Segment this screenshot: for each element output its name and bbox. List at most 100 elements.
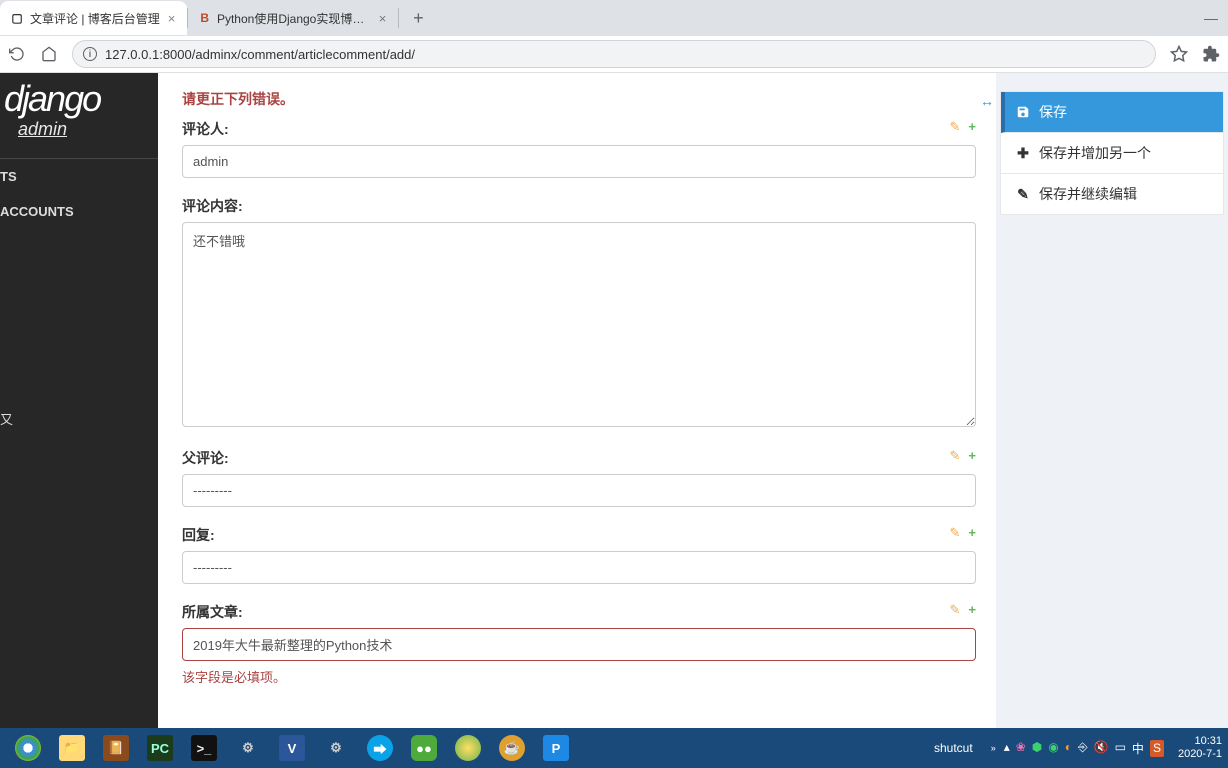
tab-title: 文章评论 | 博客后台管理 (30, 10, 160, 27)
task-player[interactable]: P (534, 728, 578, 768)
pencil-icon: ✎ (1015, 186, 1031, 202)
pencil-icon[interactable]: ✎ (950, 525, 961, 541)
save-button[interactable]: 保存 (1001, 92, 1223, 133)
taskbar: 📁 📔 PC >_ ⚙ V ⚙ ⮕ ●● ☕ P shutcut » ▴ ❀ ⬢… (0, 728, 1228, 768)
action-label: 保存并增加另一个 (1039, 143, 1151, 163)
extensions-icon[interactable] (1202, 45, 1220, 63)
home-icon[interactable] (40, 45, 58, 63)
clock[interactable]: 10:31 2020-7-1 (1172, 735, 1222, 761)
url-text: 127.0.0.1:8000/adminx/comment/articlecom… (105, 47, 415, 62)
tab-separator (398, 8, 399, 28)
logo: django (0, 81, 158, 119)
plus-icon[interactable]: + (968, 525, 976, 541)
close-icon[interactable]: × (377, 11, 389, 26)
expand-icon[interactable]: ↔ (980, 93, 994, 109)
field-label: 所属文章: (182, 602, 976, 622)
task-explorer[interactable]: 📁 (50, 728, 94, 768)
save-add-button[interactable]: ✚ 保存并增加另一个 (1001, 133, 1223, 174)
reply-select[interactable] (182, 551, 976, 584)
pencil-icon[interactable]: ✎ (950, 602, 961, 618)
tray-icon[interactable]: ❀ (1016, 740, 1026, 757)
task-pycharm[interactable]: PC (138, 728, 182, 768)
tray-icon[interactable]: ▴ (1004, 740, 1010, 757)
tab-active[interactable]: ▢ 文章评论 | 博客后台管理 × (0, 1, 187, 35)
task-notes[interactable]: 📔 (94, 728, 138, 768)
tray-icon[interactable]: ◉ (1048, 740, 1058, 757)
tab-inactive[interactable]: B Python使用Django实现博客系统 × (188, 1, 398, 35)
pencil-icon[interactable]: ✎ (950, 119, 961, 135)
content-textarea[interactable]: 还不错哦 (182, 222, 976, 427)
task-visio[interactable]: V (270, 728, 314, 768)
tab-title: Python使用Django实现博客系统 (217, 10, 371, 27)
error-banner: 请更正下列错误。 (182, 89, 976, 109)
field-label: 评论人: (182, 119, 976, 139)
field-content: 评论内容: 还不错哦 (182, 196, 976, 430)
task-terminal[interactable]: >_ (182, 728, 226, 768)
address-bar: i 127.0.0.1:8000/adminx/comment/articlec… (0, 36, 1228, 72)
tray-icon[interactable]: ◐ (1065, 740, 1072, 757)
browser-chrome: ▢ 文章评论 | 博客后台管理 × B Python使用Django实现博客系统… (0, 0, 1228, 73)
sidebar-item-accounts[interactable]: ACCOUNTS (0, 194, 158, 229)
new-tab-button[interactable]: + (405, 5, 431, 31)
save-icon (1015, 104, 1031, 120)
battery-icon[interactable]: ▭ (1115, 740, 1126, 757)
pencil-icon[interactable]: ✎ (950, 448, 961, 464)
task-chrome[interactable] (6, 728, 50, 768)
task-app1[interactable]: ⮕ (358, 728, 402, 768)
form-panel: 请更正下列错误。 评论人: ✎ + 评论内容: 还不错哦 父评论: ✎ + 回复… (158, 73, 996, 729)
tray-more-icon[interactable]: » (991, 743, 996, 753)
field-label: 回复: (182, 525, 976, 545)
tray-icons[interactable]: ▴ ❀ ⬢ ◉ ◐ ⎆ 🔇 ▭ 中 S (1004, 740, 1164, 757)
omnibox[interactable]: i 127.0.0.1:8000/adminx/comment/articlec… (72, 40, 1156, 68)
save-continue-button[interactable]: ✎ 保存并继续编辑 (1001, 174, 1223, 214)
sidebar-item-misc[interactable]: 又 (0, 399, 158, 438)
sidebar-item-ts[interactable]: TS (0, 159, 158, 194)
favicon: B (198, 11, 211, 25)
window-controls: — (1204, 10, 1228, 26)
field-actions: ✎ + (950, 448, 977, 464)
task-app2[interactable]: ☕ (490, 728, 534, 768)
volume-icon[interactable]: 🔇 (1094, 740, 1109, 757)
field-reply: 回复: ✎ + (182, 525, 976, 584)
tab-bar: ▢ 文章评论 | 博客后台管理 × B Python使用Django实现博客系统… (0, 0, 1228, 36)
field-actions: ✎ + (950, 525, 977, 541)
field-commenter: 评论人: ✎ + (182, 119, 976, 178)
sidebar: django admin TS ACCOUNTS 又 (0, 73, 158, 729)
plus-icon[interactable]: + (968, 119, 976, 135)
action-label: 保存 (1039, 102, 1067, 122)
page: django admin TS ACCOUNTS 又 请更正下列错误。 评论人:… (0, 73, 1228, 729)
field-error: 该字段是必填项。 (182, 667, 976, 686)
task-wechat[interactable]: ●● (402, 728, 446, 768)
actions-panel: ↔ 保存 ✚ 保存并增加另一个 ✎ 保存并继续编辑 (996, 73, 1228, 729)
plus-icon[interactable]: + (968, 602, 976, 618)
article-select[interactable] (182, 628, 976, 661)
wifi-icon[interactable]: ⎆ (1078, 740, 1088, 757)
close-icon[interactable]: × (166, 11, 178, 26)
reload-icon[interactable] (8, 45, 26, 63)
task-gear1[interactable]: ⚙ (226, 728, 270, 768)
favorite-icon[interactable] (1170, 45, 1188, 63)
ime-s-icon[interactable]: S (1150, 740, 1164, 757)
plus-icon[interactable]: + (968, 448, 976, 464)
logo-subtitle: admin (0, 119, 158, 159)
minimize-icon[interactable]: — (1204, 10, 1218, 26)
clock-date: 2020-7-1 (1178, 748, 1222, 761)
field-article: 所属文章: ✎ + 该字段是必填项。 (182, 602, 976, 686)
tray-shutcut[interactable]: shutcut (934, 741, 973, 755)
task-browser2[interactable] (446, 728, 490, 768)
ime-icon[interactable]: 中 (1132, 740, 1144, 757)
field-actions: ✎ + (950, 602, 977, 618)
favicon: ▢ (10, 11, 24, 25)
action-label: 保存并继续编辑 (1039, 184, 1137, 204)
field-actions: ✎ + (950, 119, 977, 135)
commenter-input[interactable] (182, 145, 976, 178)
plus-icon: ✚ (1015, 145, 1031, 161)
field-label: 评论内容: (182, 196, 976, 216)
action-list: 保存 ✚ 保存并增加另一个 ✎ 保存并继续编辑 (1000, 91, 1224, 215)
system-tray: shutcut » ▴ ❀ ⬢ ◉ ◐ ⎆ 🔇 ▭ 中 S 10:31 2020… (934, 735, 1222, 761)
tray-icon[interactable]: ⬢ (1032, 740, 1042, 757)
info-icon[interactable]: i (83, 47, 97, 61)
parent-select[interactable] (182, 474, 976, 507)
task-gear2[interactable]: ⚙ (314, 728, 358, 768)
field-parent: 父评论: ✎ + (182, 448, 976, 507)
